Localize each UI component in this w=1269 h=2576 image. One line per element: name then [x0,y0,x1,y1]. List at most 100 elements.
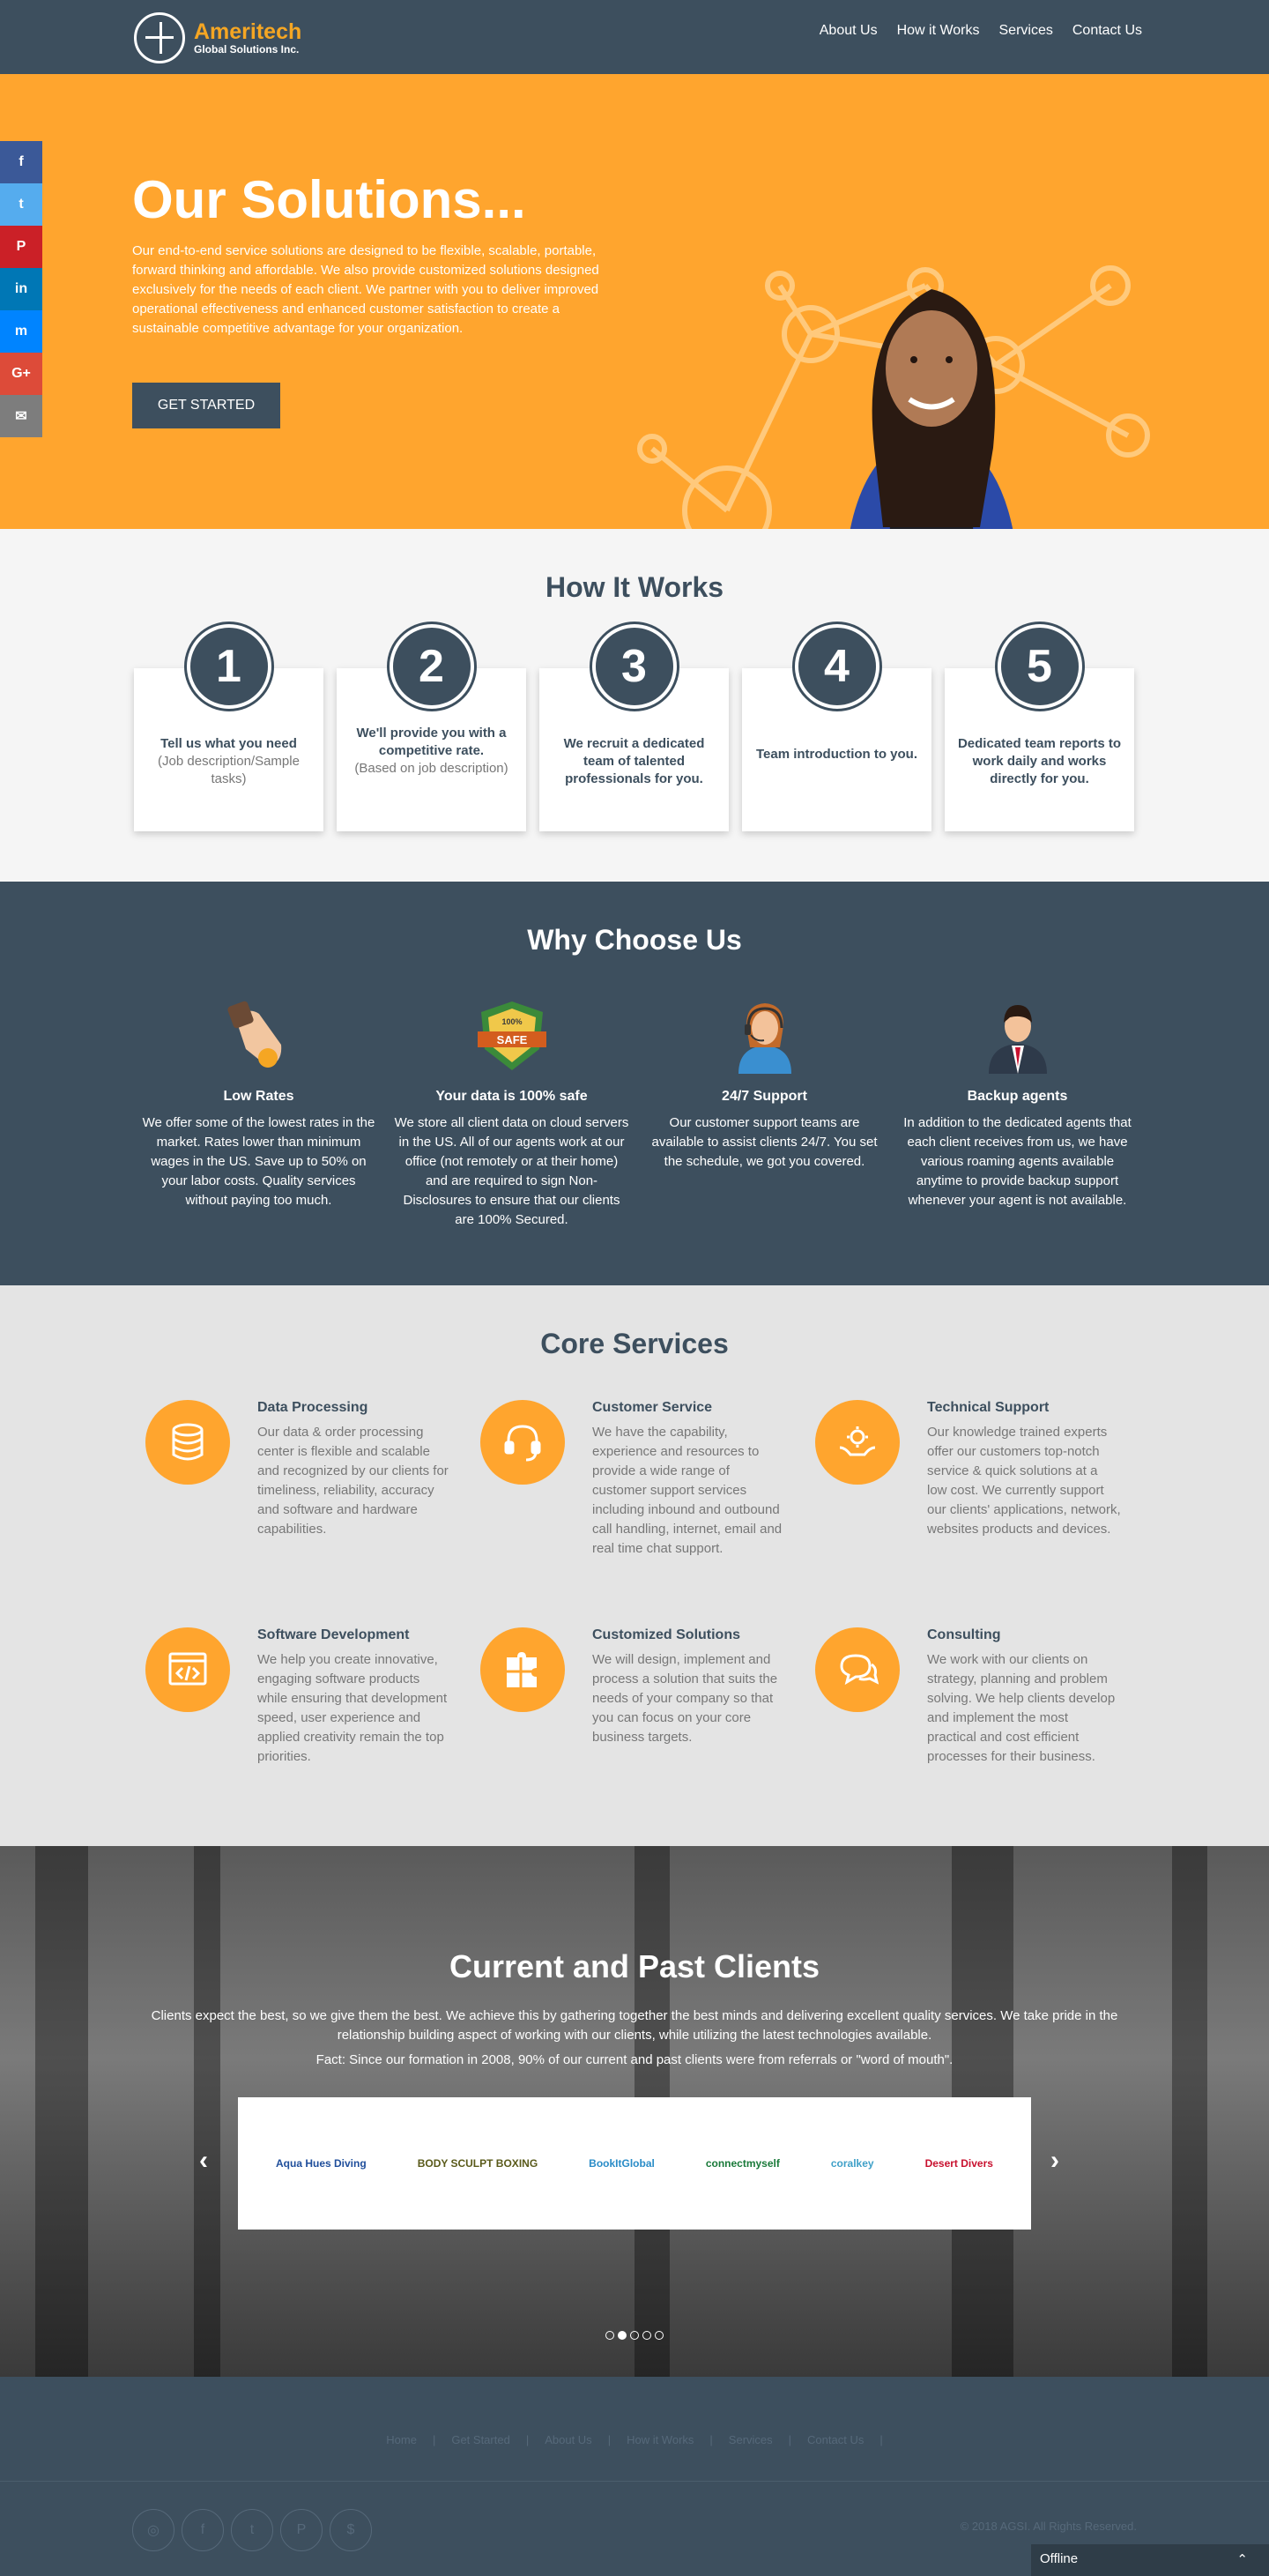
service-title: Customized Solutions [592,1627,740,1642]
badge-safe-text: SAFE [496,1033,527,1046]
share-messenger-button[interactable]: m [0,310,42,353]
step-card: 2 We'll provide you with a competitive r… [337,624,526,831]
step-title: We recruit a dedicated team of talented … [563,736,705,786]
safe-badge-icon: 100% SAFE [477,1001,546,1070]
footer-divider [0,2481,1269,2482]
backup-agent-icon [988,1005,1047,1074]
share-twitter-button[interactable]: t [0,183,42,226]
messenger-icon: m [14,324,28,339]
database-icon [172,1423,204,1461]
page: Ameritech Global Solutions Inc. About Us… [0,0,1269,2576]
footer-links: Home | Get Started | About Us | How it Work… [386,2433,883,2446]
share-facebook-button[interactable]: f [0,141,42,183]
nav-about-us[interactable]: About Us [820,23,878,39]
hero-text: Our end-to-end service solutions are des… [132,243,599,336]
logo-mark-icon [134,12,185,63]
gear-hands-icon [839,1426,876,1456]
carousel-dot[interactable] [605,2331,614,2340]
client-logo[interactable]: BODY SCULPT BOXING [418,2157,538,2170]
client-logo-carousel: Aqua Hues Diving BODY SCULPT BOXING Book… [238,2097,1031,2230]
client-logo[interactable]: coralkey [831,2157,874,2170]
chat-bubbles-icon [840,1654,879,1686]
service-text: We will design, implement and process a … [592,1652,778,1745]
reason-item: 24/7 Support Our customer support teams … [638,996,891,1230]
twitter-icon: t [19,197,24,212]
footer-link-get-started[interactable]: Get Started [451,2433,509,2446]
footer-social: ◎ f t P $ [132,2509,372,2551]
facebook-icon[interactable]: f [182,2509,224,2551]
carousel-dot[interactable] [630,2331,639,2340]
carousel-dots [0,2331,1269,2340]
google-plus-icon: G+ [11,366,31,381]
coin-hand-icon [226,1001,281,1068]
reasons-list: Low Rates We offer some of the lowest ra… [132,996,1144,1230]
step-title: Tell us what you need [160,736,297,751]
chat-widget[interactable]: Offline ⌃ [1031,2544,1269,2576]
step-title: We'll provide you with a competitive rat… [356,726,507,758]
service-text: We work with our clients on strategy, pl… [927,1652,1116,1764]
step-card: 5 Dedicated team reports to work daily a… [945,624,1134,831]
carousel-dot[interactable] [642,2331,651,2340]
footer-link-contact-us[interactable]: Contact Us [807,2433,864,2446]
nav-how-it-works[interactable]: How it Works [897,23,980,39]
client-logo[interactable]: connectmyself [706,2157,780,2170]
service-title: Customer Service [592,1400,713,1415]
instagram-icon[interactable]: ◎ [132,2509,174,2551]
get-started-button[interactable]: GET STARTED [132,383,280,428]
service-text: Our data & order processing center is fl… [257,1425,449,1537]
brand-icon[interactable]: $ [330,2509,372,2551]
client-logo[interactable]: BookItGlobal [589,2157,655,2170]
reason-title: Your data is 100% safe [435,1089,588,1104]
how-it-works-title: How It Works [545,571,724,603]
carousel-next-button[interactable]: › [1050,2146,1059,2176]
service-text: Our knowledge trained experts offer our … [927,1425,1121,1537]
carousel-dot[interactable] [618,2331,627,2340]
chevron-up-icon: ⌃ [1236,2552,1248,2567]
client-logo[interactable]: Desert Divers [925,2157,993,2170]
hero-person-image [850,289,1013,529]
footer-link-how-it-works[interactable]: How it Works [627,2433,694,2446]
chat-status: Offline [1040,2551,1079,2566]
step-subtitle: (Based on job description) [354,761,508,776]
step-number: 2 [389,624,474,709]
twitter-icon[interactable]: t [231,2509,273,2551]
step-number: 1 [186,624,271,709]
share-linkedin-button[interactable]: in [0,268,42,310]
clients-fact: Fact: Since our formation in 2008, 90% o… [315,2052,954,2067]
site-footer: Home | Get Started | About Us | How it Work… [0,2377,1269,2576]
puzzle-icon [507,1652,537,1687]
hero-section: Our Solutions... Our end-to-end service … [0,74,1269,529]
reason-title: Low Rates [223,1089,294,1104]
step-number: 5 [997,624,1082,709]
carousel-dot[interactable] [655,2331,664,2340]
footer-link-about-us[interactable]: About Us [545,2433,591,2446]
email-icon: ✉ [15,409,27,424]
footer-link-home[interactable]: Home [386,2433,417,2446]
reason-text: We offer some of the lowest rates in the… [142,1115,375,1208]
site-header: Ameritech Global Solutions Inc. About Us… [0,0,1269,74]
why-choose-us-section: Why Choose Us Low Rates We offer some of… [0,882,1269,1285]
reason-title: 24/7 Support [722,1089,807,1104]
step-title: Dedicated team reports to work daily and… [957,736,1122,786]
nav-contact-us[interactable]: Contact Us [1072,23,1142,39]
pinterest-icon[interactable]: P [280,2509,323,2551]
service-title: Consulting [927,1627,1001,1642]
reason-text: Our customer support teams are available… [651,1115,878,1169]
how-it-works-section: How It Works 1 Tell us what you need (Job… [0,529,1269,882]
nav-services[interactable]: Services [999,23,1053,39]
share-email-button[interactable]: ✉ [0,395,42,437]
clients-text: Clients expect the best, so we give them… [151,2008,1118,2043]
step-card: 1 Tell us what you need (Job description/… [134,624,323,831]
client-logo[interactable]: Aqua Hues Diving [276,2157,367,2170]
share-google-plus-button[interactable]: G+ [0,353,42,395]
share-pinterest-button[interactable]: P [0,226,42,268]
badge-percent-text: 100% [501,1017,522,1026]
steps-list: 1 Tell us what you need (Job description/… [134,624,1134,831]
brand-logo[interactable]: Ameritech Global Solutions Inc. [134,12,301,63]
support-agent-icon [738,1003,791,1074]
facebook-icon: f [19,154,24,169]
footer-link-services[interactable]: Services [729,2433,773,2446]
service-title: Software Development [257,1627,410,1642]
carousel-prev-button[interactable]: ‹ [199,2146,208,2176]
core-services-title: Core Services [540,1328,729,1359]
